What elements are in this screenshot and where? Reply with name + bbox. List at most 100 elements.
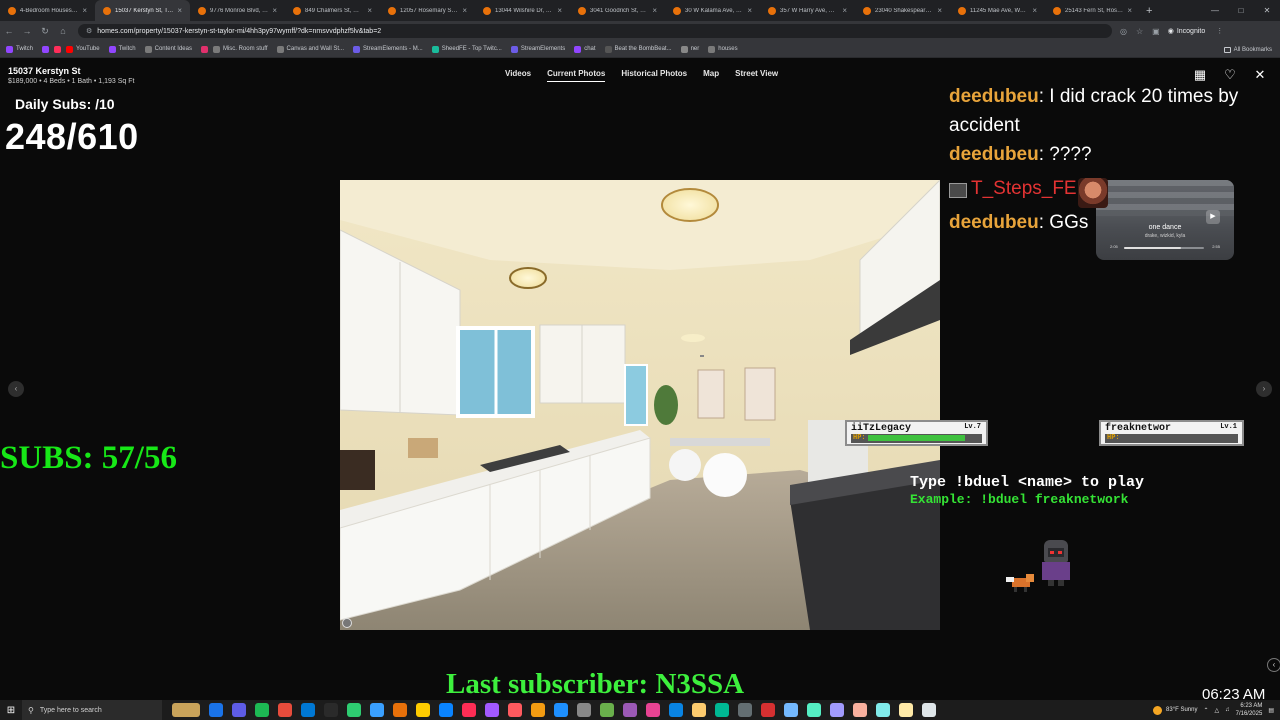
taskbar-app-icon[interactable] — [554, 703, 568, 717]
taskbar-app-icon[interactable] — [393, 703, 407, 717]
taskbar-app-icon[interactable] — [324, 703, 338, 717]
menu-dots-icon[interactable]: ⋮ — [1216, 27, 1223, 35]
browser-tab[interactable]: 4-Bedroom Houses ur × — [0, 0, 95, 21]
tab-close-icon[interactable]: × — [367, 6, 372, 15]
bookmark-item[interactable]: ner — [680, 45, 699, 53]
taskbar-app-icon[interactable] — [600, 703, 614, 717]
chat-username[interactable]: T_Steps_FE — [971, 178, 1077, 199]
browser-tab[interactable]: 3041 Goodrich St, Fern × — [570, 0, 665, 21]
bookmark-item[interactable]: StreamElements - M... — [353, 45, 423, 53]
browser-tab[interactable]: 357 W Harry Ave, Haze × — [760, 0, 855, 21]
bookmark-item[interactable]: Misc. Room stuff — [212, 45, 268, 53]
taskbar-app-icon[interactable] — [577, 703, 591, 717]
chat-username[interactable]: deedubeu — [949, 86, 1039, 107]
taskbar-app-icon[interactable] — [669, 703, 683, 717]
taskbar-app-icon[interactable] — [807, 703, 821, 717]
bookmark-item[interactable]: houses — [708, 45, 738, 53]
taskbar-app-icon[interactable] — [462, 703, 476, 717]
favorite-heart-icon[interactable]: ♡ — [1222, 68, 1238, 82]
next-photo-button[interactable]: › — [1256, 381, 1272, 397]
system-clock[interactable]: 6:23 AM 7/16/2025 — [1236, 702, 1263, 718]
tab-close-icon[interactable]: × — [462, 6, 467, 15]
bookmark-star-icon[interactable]: ☆ — [1136, 27, 1143, 36]
taskbar-app-icon[interactable] — [485, 703, 499, 717]
gallery-tab[interactable]: Map — [703, 69, 719, 82]
home-icon[interactable]: ⌂ — [54, 26, 72, 36]
notifications-icon[interactable]: ▤ — [1268, 707, 1274, 714]
browser-tab[interactable]: 30 W Kalama Ave, Mad × — [665, 0, 760, 21]
chat-username[interactable]: deedubeu — [949, 144, 1039, 165]
taskbar-app-icon[interactable] — [623, 703, 637, 717]
play-icon[interactable]: ▶ — [1206, 210, 1220, 224]
bookmark-item[interactable]: chat — [574, 45, 596, 53]
bookmark-item[interactable]: YouTube — [66, 45, 100, 53]
all-bookmarks-button[interactable]: All Bookmarks — [1223, 41, 1272, 58]
browser-tab[interactable]: 25143 Fern St, Rosevil × — [1045, 0, 1140, 21]
reload-icon[interactable]: ↻ — [36, 26, 54, 37]
taskbar-app-icon[interactable] — [830, 703, 844, 717]
taskbar-app-icon[interactable] — [531, 703, 545, 717]
volume-icon[interactable]: ♫ — [1225, 707, 1230, 713]
taskbar-app-icon[interactable] — [278, 703, 292, 717]
gallery-tab[interactable]: Street View — [735, 69, 778, 82]
taskbar-app-icon[interactable] — [209, 703, 223, 717]
tab-close-icon[interactable]: × — [1032, 6, 1037, 15]
bookmark-item[interactable]: Canvas and Wall St... — [276, 45, 344, 53]
site-info-icon[interactable]: ⚙ — [86, 27, 92, 35]
bookmark-item[interactable]: StreamElements — [510, 45, 565, 53]
minimize-icon[interactable]: — — [1202, 0, 1228, 21]
taskbar-app-icon[interactable] — [232, 703, 246, 717]
bookmark-item[interactable] — [200, 45, 208, 53]
tab-close-icon[interactable]: × — [557, 6, 562, 15]
taskbar-app-icon[interactable] — [853, 703, 867, 717]
taskbar-app-icon[interactable] — [301, 703, 315, 717]
browser-tab[interactable]: 9776 Monroe Blvd, Tay × — [190, 0, 285, 21]
tab-close-icon[interactable]: × — [272, 6, 277, 15]
accessibility-icon[interactable]: ‹ — [1267, 658, 1280, 672]
previous-photo-button[interactable]: ‹ — [8, 381, 24, 397]
bookmark-item[interactable]: SheedFE - Top Twitc... — [431, 45, 502, 53]
taskbar-search[interactable]: ⚲ Type here to search — [22, 700, 162, 720]
close-viewer-icon[interactable]: ✕ — [1252, 68, 1268, 82]
bookmark-item[interactable]: Twitch — [108, 45, 136, 53]
taskbar-app-icon[interactable] — [784, 703, 798, 717]
taskbar-app-icon[interactable] — [646, 703, 660, 717]
close-window-icon[interactable]: ✕ — [1254, 0, 1280, 21]
chat-username[interactable]: deedubeu — [949, 212, 1039, 233]
incognito-indicator[interactable]: ◉ Incognito ⋮ — [1168, 27, 1224, 36]
taskbar-app-icon[interactable] — [172, 703, 200, 717]
tab-close-icon[interactable]: × — [177, 6, 182, 15]
taskbar-app-icon[interactable] — [715, 703, 729, 717]
tab-close-icon[interactable]: × — [652, 6, 657, 15]
gallery-view-icon[interactable]: ▦ — [1192, 68, 1208, 82]
taskbar-app-icon[interactable] — [922, 703, 936, 717]
gallery-tab[interactable]: Historical Photos — [621, 69, 687, 82]
url-field[interactable]: ⚙ homes.com/property/15037-kerstyn-st-ta… — [78, 24, 1112, 38]
new-tab-button[interactable]: + — [1140, 5, 1158, 17]
tray-chevron-icon[interactable]: ⌃ — [1203, 707, 1208, 714]
taskbar-app-icon[interactable] — [347, 703, 361, 717]
taskbar-app-icon[interactable] — [370, 703, 384, 717]
eye-off-icon[interactable]: ◎ — [1120, 27, 1127, 36]
network-icon[interactable]: △ — [1215, 707, 1220, 714]
tab-close-icon[interactable]: × — [747, 6, 752, 15]
browser-tab[interactable]: 23040 Shakespeare Av × — [855, 0, 950, 21]
extensions-icon[interactable]: ▣ — [1152, 27, 1160, 36]
gallery-tab[interactable]: Current Photos — [547, 69, 606, 82]
weather-widget[interactable]: 83°F Sunny — [1153, 705, 1197, 715]
start-icon[interactable]: ⊞ — [0, 705, 22, 716]
bookmark-item[interactable] — [42, 45, 50, 53]
listing-photo[interactable] — [340, 180, 940, 630]
bookmark-item[interactable] — [54, 45, 62, 53]
taskbar-app-icon[interactable] — [692, 703, 706, 717]
gallery-tab[interactable]: Videos — [505, 69, 531, 82]
browser-tab[interactable]: 15037 Kerstyn St, Taylo × — [95, 0, 190, 21]
tab-close-icon[interactable]: × — [1127, 6, 1132, 15]
tab-close-icon[interactable]: × — [937, 6, 942, 15]
browser-tab[interactable]: 849 Chalmers St, Detro × — [285, 0, 380, 21]
maximize-icon[interactable]: □ — [1228, 0, 1254, 21]
taskbar-app-icon[interactable] — [761, 703, 775, 717]
bookmark-item[interactable]: Twitch — [6, 45, 33, 53]
browser-tab[interactable]: 13044 Wilshire Dr, Det × — [475, 0, 570, 21]
taskbar-app-icon[interactable] — [738, 703, 752, 717]
